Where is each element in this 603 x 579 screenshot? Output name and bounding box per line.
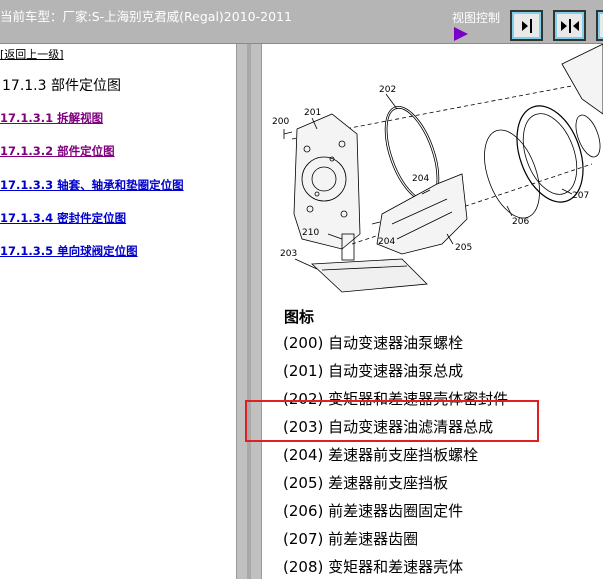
view-split-left-button[interactable] [596, 10, 603, 41]
view-control-label: 视图控制 [452, 11, 501, 25]
arrow-right-icon [560, 20, 567, 31]
callout-200: 200 [272, 117, 289, 127]
view-split-both-button[interactable] [553, 10, 586, 41]
exploded-diagram: 200 201 202 203 204 204 205 206 207 210 [272, 44, 603, 293]
callout-204b: 204 [378, 237, 395, 247]
callout-202: 202 [379, 85, 396, 95]
play-icon[interactable] [454, 27, 468, 41]
callout-207: 207 [572, 191, 589, 201]
highlight-box [245, 400, 539, 442]
callout-206: 206 [512, 217, 529, 227]
header-bar: 当前车型：厂家:S-上海别克君威(Regal)2010-2011 视图控制 [0, 0, 603, 44]
legend-item-204: (204) 差速器前支座挡板螺栓 [283, 446, 479, 464]
legend-title: 图标 [284, 308, 315, 326]
callout-203: 203 [280, 249, 297, 259]
toc-item-component-locator[interactable]: 17.1.3.2 部件定位图 [0, 143, 115, 159]
back-link[interactable]: [返回上一级] [0, 46, 64, 62]
toc-item-seal-locator[interactable]: 17.1.3.4 密封件定位图 [0, 210, 126, 226]
panel-splitter[interactable] [236, 44, 262, 579]
arrow-left-icon [572, 20, 579, 31]
toc-item-exploded-view[interactable]: 17.1.3.1 拆解视图 [0, 110, 103, 126]
toc-item-bushing-bearing-washer[interactable]: 17.1.3.3 轴套、轴承和垫圈定位图 [0, 177, 184, 193]
legend-item-201: (201) 自动变速器油泵总成 [283, 362, 464, 380]
divider-icon [568, 18, 571, 33]
view-split-right-button[interactable] [510, 10, 543, 41]
vehicle-model-title: 当前车型：厂家:S-上海别克君威(Regal)2010-2011 [0, 9, 292, 24]
content-panel: 200 201 202 203 204 204 205 206 207 210 … [262, 44, 603, 579]
legend-item-205: (205) 差速器前支座挡板 [283, 474, 449, 492]
callout-205: 205 [455, 243, 472, 253]
legend-item-207: (207) 前差速器齿圈 [283, 530, 419, 548]
divider-icon [529, 18, 532, 33]
callout-201: 201 [304, 108, 321, 118]
callout-210: 210 [302, 228, 319, 238]
legend-item-200: (200) 自动变速器油泵螺栓 [283, 334, 464, 352]
callout-204a: 204 [412, 174, 429, 184]
arrow-right-icon [521, 20, 528, 31]
navigation-panel: [返回上一级] 17.1.3 部件定位图 17.1.3.1 拆解视图 17.1.… [0, 44, 236, 579]
legend-item-206: (206) 前差速器齿圈固定件 [283, 502, 464, 520]
section-title: 17.1.3 部件定位图 [2, 78, 121, 94]
legend-item-208: (208) 变矩器和差速器壳体 [283, 558, 464, 576]
toc-item-check-ball-locator[interactable]: 17.1.3.5 单向球阀定位图 [0, 243, 138, 259]
